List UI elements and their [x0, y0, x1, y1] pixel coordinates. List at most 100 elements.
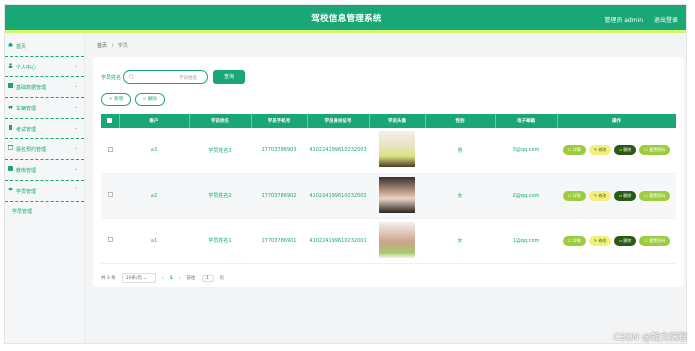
select-all-cell[interactable] [101, 114, 120, 128]
app-title: 驾校信息管理系统 [311, 14, 382, 24]
user-area: 管理员 admin 退出登录 [595, 15, 678, 24]
pagination: 共 3 条 10条/页 ⌄ ‹ 1 › 前往 1 页 [101, 273, 224, 283]
chevron-down-icon: ⌄ [73, 145, 78, 152]
cell-id: 410224199610232002 [307, 173, 369, 219]
cell-phone: 17703786901 [251, 218, 307, 264]
student-avatar-image [379, 221, 415, 258]
chevron-down-icon: ⌄ [73, 83, 78, 90]
edit-button[interactable]: ✎ 修改 [588, 235, 612, 246]
chevron-up-icon: ⌃ [73, 186, 78, 193]
car-icon [8, 104, 13, 110]
reset-password-button[interactable]: ☐ 重置密码 [639, 235, 671, 246]
breadcrumb-separator: / [111, 43, 114, 49]
row-checkbox[interactable] [107, 192, 113, 197]
table-row: a2 学员姓名2 17703786902 410224199610232002 … [101, 173, 676, 219]
home-icon [8, 42, 13, 47]
reset-label: 重置密码 [649, 147, 666, 153]
sidebar-item-label: 基础数据管理 [16, 85, 47, 92]
cell-actions: ☐ 详情 ✎ 修改 ▫ 删除 ☐ 重置密码 [557, 218, 676, 264]
next-page-button[interactable]: › [179, 276, 181, 281]
cell-id: 410224199610232003 [307, 128, 369, 174]
search-button[interactable]: 查询 [213, 70, 245, 84]
document-icon [8, 124, 13, 130]
chevron-down-icon: ⌄ [73, 166, 78, 173]
col-account: 账户 [119, 114, 190, 128]
edit-label: 修改 [598, 192, 607, 198]
col-email: 电子邮箱 [495, 114, 558, 128]
detail-label: 详情 [572, 147, 581, 153]
delete-label: 删除 [623, 237, 632, 243]
col-actions: 操作 [557, 114, 677, 128]
search-placeholder: 学员姓名 [179, 76, 197, 81]
sidebar-item-label: 个人中心 [16, 64, 37, 71]
sidebar-item-coaches[interactable]: 教练管理 ⌄ [5, 160, 84, 181]
content-card: 学员姓名 ○ 学员姓名 查询 + 新增 ▫ 删除 账户 学员姓名 学员手机号 学… [93, 57, 684, 287]
cell-email: 1@qq.com [495, 218, 557, 264]
table-header-row: 账户 学员姓名 学员手机号 学员身份证号 学员头像 性别 电子邮箱 操作 [101, 114, 677, 128]
goto-unit: 页 [219, 276, 225, 281]
sidebar-item-basic-data[interactable]: 基础数据管理 ⌄ [5, 77, 84, 99]
delete-row-button[interactable]: ▫ 删除 [614, 190, 637, 201]
col-id: 学员身份证号 [307, 114, 370, 128]
search-icon: ○ [129, 74, 134, 80]
page-size-select[interactable]: 10条/页 ⌄ [121, 273, 156, 283]
sidebar-item-label: 教练管理 [16, 168, 37, 175]
delete-row-button[interactable]: ▫ 删除 [614, 235, 637, 246]
detail-button[interactable]: ☐ 详情 [562, 190, 586, 201]
edit-button[interactable]: ✎ 修改 [588, 190, 612, 201]
delete-row-button[interactable]: ▫ 删除 [614, 145, 637, 156]
sidebar-item-profile[interactable]: 个人中心 ⌄ [5, 57, 84, 78]
sidebar-item-students[interactable]: 学员管理 ⌃ [5, 181, 84, 202]
edit-button[interactable]: ✎ 修改 [588, 145, 612, 156]
sidebar-item-label: 首页 [16, 44, 27, 50]
calendar-icon [7, 145, 14, 151]
delete-label: 删除 [623, 192, 632, 198]
sidebar-item-registrations[interactable]: 报名预约管理 ⌄ [5, 139, 84, 161]
reset-password-button[interactable]: ☐ 重置密码 [639, 145, 671, 156]
cell-avatar [369, 218, 425, 264]
cell-email: 2@qq.com [495, 173, 557, 219]
watermark: CSDN @翰文编程 [613, 333, 687, 343]
detail-button[interactable]: ☐ 详情 [562, 235, 586, 246]
page-number[interactable]: 1 [170, 276, 173, 281]
cell-account: a2 [119, 173, 189, 219]
reset-label: 重置密码 [649, 192, 666, 198]
students-table: 账户 学员姓名 学员手机号 学员身份证号 学员头像 性别 电子邮箱 操作 a3 … [101, 114, 677, 264]
cell-gender: 男 [425, 128, 495, 174]
sidebar: 首页 个人中心 ⌄ 基础数据管理 ⌄ 车辆管理 ⌄ 考试管理 ⌄ 报名预约管理 … [5, 36, 85, 343]
col-avatar: 学员头像 [369, 114, 426, 128]
reset-password-button[interactable]: ☐ 重置密码 [639, 190, 671, 201]
search-label: 学员姓名 [101, 75, 122, 81]
logout-link[interactable]: 退出登录 [654, 17, 678, 24]
sidebar-item-label: 报名预约管理 [16, 147, 47, 154]
sidebar-item-label: 车辆管理 [16, 106, 37, 113]
detail-button[interactable]: ☐ 详情 [562, 145, 586, 156]
reset-label: 重置密码 [649, 237, 666, 243]
delete-label: 删除 [623, 147, 632, 153]
table-row: a1 学员姓名1 17703786901 410224199610232001 … [101, 218, 676, 264]
goto-label: 前往 [186, 276, 196, 281]
select-all-checkbox[interactable] [107, 117, 113, 123]
cell-gender: 女 [425, 218, 495, 264]
delete-button[interactable]: ▫ 删除 [135, 93, 165, 106]
sidebar-subitem-student-management[interactable]: 学员管理 [5, 202, 84, 220]
row-checkbox[interactable] [107, 146, 113, 152]
cell-avatar [369, 128, 425, 174]
breadcrumb: 首页 / 学员 [97, 42, 128, 49]
add-button[interactable]: + 新增 [101, 93, 131, 106]
cell-account: a1 [119, 218, 189, 264]
cell-actions: ☐ 详情 ✎ 修改 ▫ 删除 ☐ 重置密码 [557, 173, 676, 219]
breadcrumb-home[interactable]: 首页 [97, 43, 107, 49]
cell-phone: 17703786903 [251, 128, 307, 174]
sidebar-item-home[interactable]: 首页 [5, 36, 84, 57]
row-checkbox[interactable] [107, 237, 113, 242]
sidebar-item-exams[interactable]: 考试管理 ⌄ [5, 119, 84, 140]
prev-page-button[interactable]: ‹ [162, 276, 164, 281]
sidebar-item-vehicles[interactable]: 车辆管理 ⌄ [5, 98, 84, 119]
cell-name: 学员姓名2 [189, 173, 251, 219]
search-input[interactable]: ○ 学员姓名 [123, 70, 208, 84]
goto-input[interactable]: 1 [201, 274, 214, 282]
user-icon [8, 62, 13, 68]
cell-name: 学员姓名3 [189, 128, 251, 174]
coach-icon [8, 166, 13, 172]
